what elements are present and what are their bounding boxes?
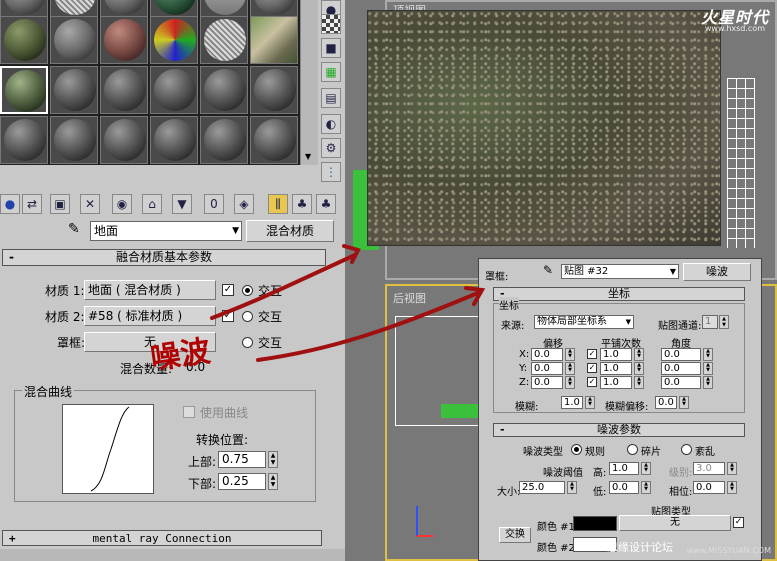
annotation-arrows xyxy=(210,244,486,362)
watermark-url: www.MISSYUAN.COM xyxy=(686,546,771,555)
handwritten-annotation: 噪波 xyxy=(148,333,213,377)
watermark: 思缘设计论坛 xyxy=(607,541,673,554)
